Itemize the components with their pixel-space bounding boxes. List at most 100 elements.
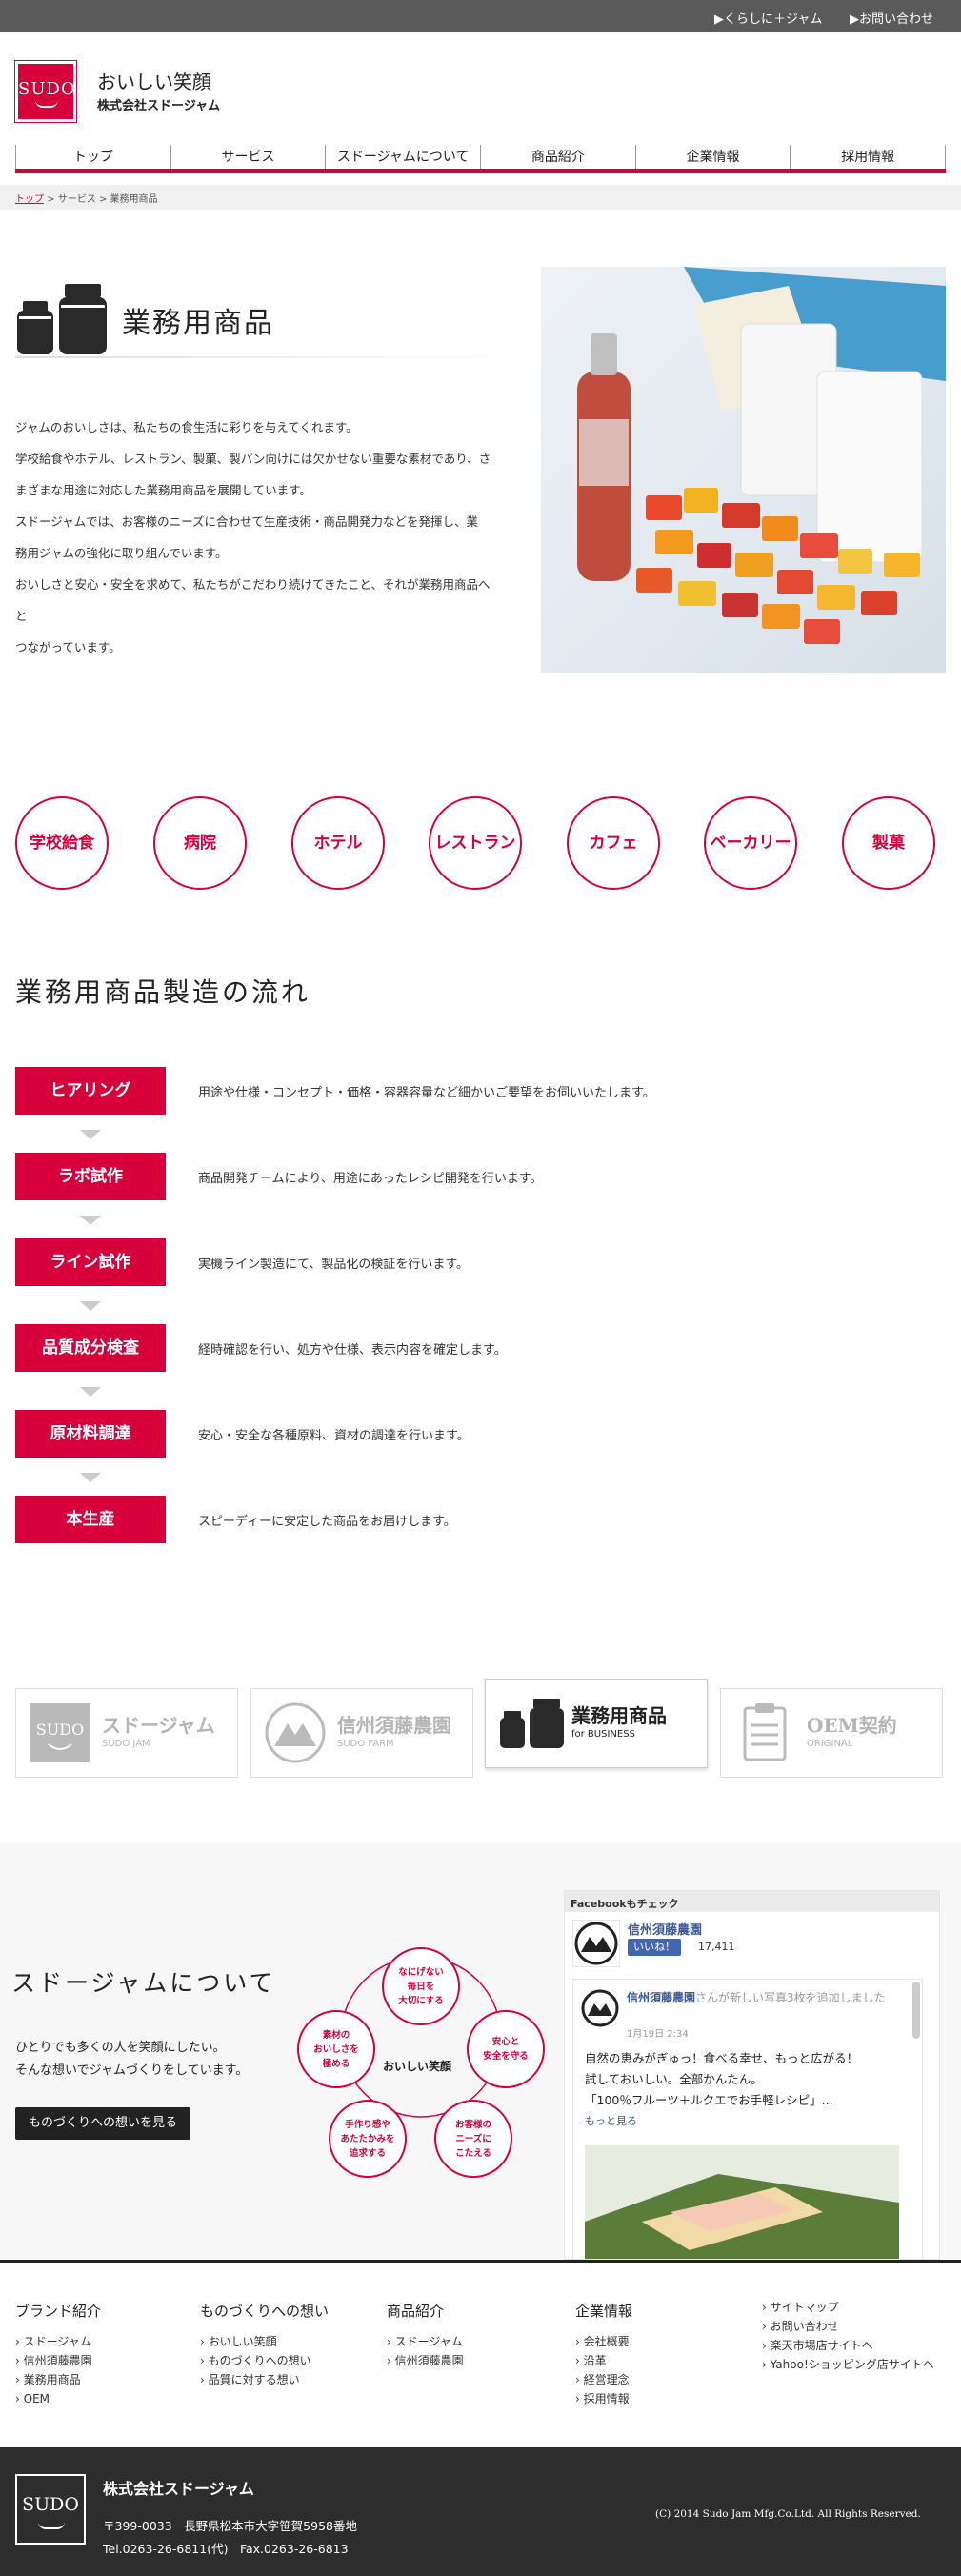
footer-link[interactable]: 信州須藤農園	[15, 2351, 101, 2370]
nav-top[interactable]: トップ	[15, 145, 170, 169]
step-quality-check: 品質成分検査	[15, 1324, 166, 1372]
footer-link[interactable]: OEM	[15, 2389, 101, 2408]
post-line: 自然の恵みがぎゅっ！食べる幸せ、もっと広がる！	[585, 2051, 859, 2065]
category-confectionery[interactable]: 製菓	[842, 796, 935, 890]
copyright: (C) 2014 Sudo Jam Mfg.Co.Ltd. All Rights…	[655, 2508, 921, 2520]
page-title: 業務用商品	[122, 307, 274, 340]
intro-line: おいしさと安心・安全を求めて、私たちがこだわり続けてきたこと、それが業務用商品へ…	[15, 577, 491, 623]
brand-sub: SUDO FARM	[337, 1739, 394, 1749]
about-title: スドージャムについて	[11, 1969, 276, 1997]
contact-link[interactable]: ▶お問い合わせ	[850, 9, 933, 27]
brand-tagline: おいしい笑顔	[97, 70, 211, 93]
facebook-post: 信州須藤農園さんが新しい写真3枚を追加しました 1月19日 2:34 自然の恵み…	[572, 1979, 923, 2260]
brand-name: OEM契約	[807, 1714, 897, 1737]
post-line: 「100％フルーツ＋ルクエでお手軽レシピ」...	[585, 2093, 833, 2107]
post-author[interactable]: 信州須藤農園	[627, 1991, 695, 2004]
about-text: ひとりでも多くの人を笑顔にしたい。 そんな想いでジャムづくりをしています。	[15, 2037, 301, 2083]
svg-text:SUDO: SUDO	[36, 1721, 84, 1739]
nav-recruit[interactable]: 採用情報	[790, 145, 947, 169]
brand-name: スドージャム	[102, 1714, 215, 1737]
brand-card-sudo-jam[interactable]: SUDO スドージャム SUDO JAM	[15, 1688, 238, 1778]
brand-card-business[interactable]: 業務用商品 for BUSINESS	[485, 1679, 708, 1768]
brand-sub: SUDO JAM	[102, 1739, 150, 1749]
footer-link[interactable]: スドージャム	[387, 2332, 464, 2351]
footer-col-monozukuri: ものづくりへの想い おいしい笑顔 ものづくりへの想い 品質に対する想い	[200, 2302, 329, 2389]
category-cafe[interactable]: カフェ	[567, 796, 660, 890]
footer-link[interactable]: ものづくりへの想い	[200, 2351, 329, 2370]
footer-logo[interactable]: SUDO	[15, 2474, 86, 2545]
value-handmade: 手作り感や あたたかみを 追求する	[329, 2100, 407, 2178]
nav-products[interactable]: 商品紹介	[480, 145, 635, 169]
breadcrumb-current: 業務用商品	[110, 194, 158, 205]
about-section: スドージャムについて ひとりでも多くの人を笑顔にしたい。 そんな想いでジャムづく…	[0, 1842, 961, 2260]
brand-sub: ORIGINAL	[807, 1739, 853, 1749]
post-photo[interactable]	[585, 2145, 899, 2260]
category-hospital[interactable]: 病院	[153, 796, 247, 890]
see-more-link[interactable]: もっと見る	[585, 2111, 909, 2132]
step-procurement: 原材料調達	[15, 1410, 166, 1458]
footer-link[interactable]: サイトマップ	[762, 2298, 934, 2317]
like-button[interactable]: いいね！	[628, 1939, 681, 1956]
step-lab-trial: ラボ試作	[15, 1153, 166, 1200]
post-scrollbar[interactable]	[912, 1982, 920, 2039]
clipboard-icon	[743, 1703, 787, 1761]
footer-bottom: SUDO 株式会社スドージャム 〒399-0033 長野県松本市大字笹賀5958…	[0, 2447, 961, 2576]
nav-about[interactable]: スドージャムについて	[325, 145, 480, 169]
brand-card-sudo-farm[interactable]: 信州須藤農園 SUDO FARM	[250, 1688, 473, 1778]
jam-jars-icon	[500, 1699, 564, 1748]
top-bar: ▶くらしに＋ジャム ▶お問い合わせ	[0, 0, 961, 32]
brand-name: 業務用商品	[571, 1704, 667, 1727]
post-date[interactable]: 1月19日 2:34	[627, 2025, 689, 2040]
footer-link[interactable]: 沿革	[575, 2351, 632, 2370]
facebook-header: Facebookもチェック	[565, 1891, 939, 1912]
mountain-logo-icon	[265, 1702, 326, 1763]
values-center-label: おいしい笑顔	[383, 2060, 452, 2073]
about-text-line: そんな想いでジャムづくりをしています。	[15, 2063, 249, 2078]
monozukuri-button[interactable]: ものづくりへの想いを見る	[15, 2107, 190, 2140]
breadcrumb: トップ > サービス > 業務用商品	[0, 185, 961, 210]
category-hotel[interactable]: ホテル	[291, 796, 385, 890]
farm-avatar[interactable]	[581, 1989, 619, 2027]
footer-link[interactable]: おいしい笑顔	[200, 2332, 329, 2351]
flow-arrow	[80, 1130, 101, 1139]
step-desc: 安心・安全な各種原料、資材の調達を行います。	[198, 1429, 470, 1443]
kurashi-jam-link[interactable]: ▶くらしに＋ジャム	[714, 9, 822, 27]
intro-line: スドージャムでは、お客様のニーズに合わせて生産技術・商品開発力などを発揮し、業	[15, 514, 479, 529]
footer-heading: 商品紹介	[387, 2303, 445, 2320]
intro-text: ジャムのおいしさは、私たちの食生活に彩りを与えてくれます。 学校給食やホテル、レ…	[15, 412, 501, 663]
post-action: さんが新しい写真3枚を追加しました	[695, 1991, 886, 2004]
footer-heading: ブランド紹介	[15, 2303, 102, 2320]
flow-arrow	[80, 1301, 101, 1311]
category-school-lunch[interactable]: 学校給食	[15, 796, 109, 890]
footer-link[interactable]: 信州須藤農園	[387, 2351, 464, 2370]
footer-link[interactable]: 品質に対する想い	[200, 2370, 329, 2389]
brand-name: 信州須藤農園	[337, 1714, 451, 1737]
nav-company[interactable]: 企業情報	[634, 145, 791, 169]
footer-tel: Tel.0263-26-6811(代) Fax.0263-26-6813	[103, 2542, 349, 2556]
footer-link[interactable]: 楽天市場店サイトへ	[762, 2336, 934, 2355]
footer-link[interactable]: Yahoo!ショッピング店サイトへ	[762, 2355, 934, 2374]
facebook-widget: Facebookもチェック 信州須藤農園 いいね！ 17,411 信州須藤農園さ…	[564, 1890, 940, 2260]
footer-link[interactable]: 会社概要	[575, 2332, 632, 2351]
brand-card-oem[interactable]: OEM契約 ORIGINAL	[720, 1688, 943, 1778]
category-restaurant[interactable]: レストラン	[429, 796, 522, 890]
breadcrumb-home[interactable]: トップ	[15, 194, 44, 205]
footer-link[interactable]: 経営理念	[575, 2370, 632, 2389]
farm-avatar[interactable]	[572, 1920, 620, 1967]
category-bakery[interactable]: ベーカリー	[704, 796, 797, 890]
footer-link[interactable]: 業務用商品	[15, 2370, 101, 2389]
sudo-logo[interactable]: SUDO	[14, 60, 77, 123]
footer-address: 〒399-0033 長野県松本市大字笹賀5958番地	[103, 2519, 357, 2533]
nav-service[interactable]: サービス	[170, 145, 326, 169]
intro-line: つながっています。	[15, 640, 121, 654]
footer-link[interactable]: 採用情報	[575, 2389, 632, 2408]
footer-heading: 企業情報	[575, 2303, 633, 2320]
footer-col-brand: ブランド紹介 スドージャム 信州須藤農園 業務用商品 OEM	[15, 2302, 101, 2408]
jam-jars-icon	[17, 284, 107, 354]
value-safety: 安心と 安全を守る	[467, 2010, 545, 2088]
value-everyday: なにげない 毎日を 大切にする	[382, 1947, 460, 2025]
footer-link[interactable]: お問い合わせ	[762, 2317, 934, 2336]
footer-link[interactable]: スドージャム	[15, 2332, 101, 2351]
facebook-page-name[interactable]: 信州須藤農園	[628, 1920, 702, 1938]
footer-col-extra: サイトマップ お問い合わせ 楽天市場店サイトへ Yahoo!ショッピング店サイト…	[762, 2298, 934, 2374]
